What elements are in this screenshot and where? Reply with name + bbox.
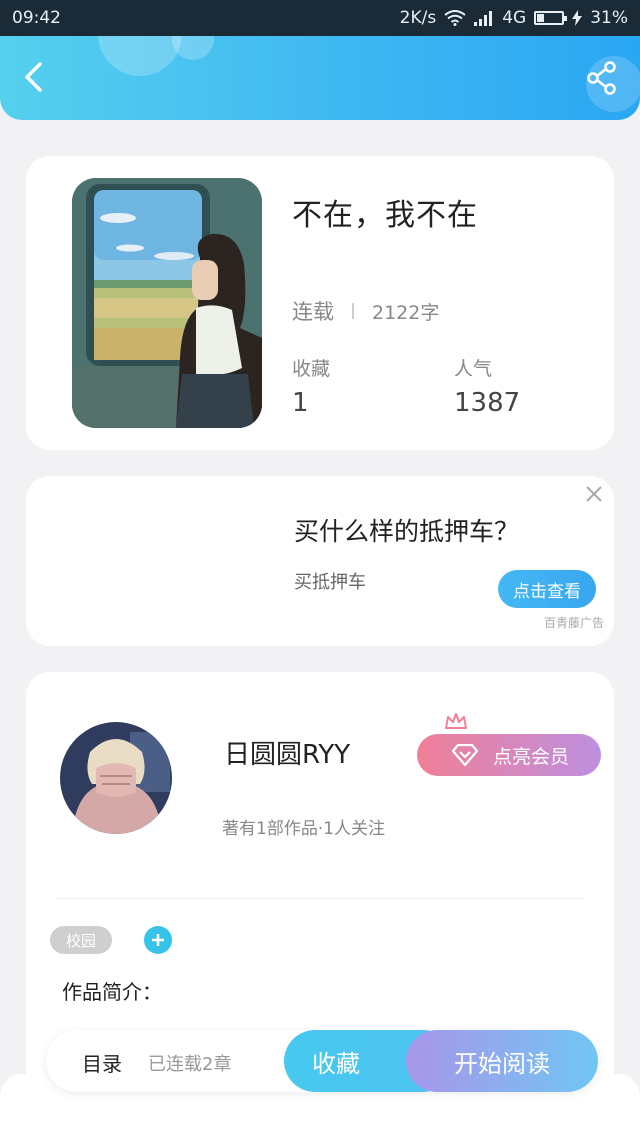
ad-view-button[interactable]: 点击查看: [498, 570, 596, 608]
charging-icon: [572, 10, 583, 26]
diamond-icon: [451, 744, 479, 766]
share-icon[interactable]: [584, 60, 620, 96]
wifi-icon: [444, 10, 466, 26]
toc-button[interactable]: 目录: [82, 1048, 122, 1077]
ad-title: 买什么样的抵押车？: [294, 517, 520, 546]
status-bar: 09:42 2K/s 4G 31%: [0, 0, 640, 36]
network-speed: 2K/s: [399, 8, 437, 28]
decor-bubble: [172, 36, 214, 60]
popularity-label: 人气: [454, 358, 493, 380]
divider: [56, 898, 584, 899]
chapter-count: 已连载2章: [148, 1054, 232, 1075]
ad-card[interactable]: 买什么样的抵押车？ 买抵押车 点击查看 百青藤广告: [26, 476, 614, 646]
popularity-count: 1387: [454, 388, 521, 418]
book-title: 不在，我不在: [292, 198, 478, 233]
close-icon[interactable]: [584, 484, 604, 504]
network-type: 4G: [502, 8, 527, 28]
genre-tag[interactable]: 校园: [50, 926, 112, 954]
avatar[interactable]: [60, 722, 172, 834]
intro-label: 作品简介：: [62, 980, 162, 1004]
battery-level: [537, 14, 545, 22]
vip-button[interactable]: 点亮会员: [417, 734, 601, 776]
book-status-row: 连载 2122字: [292, 296, 439, 326]
header: [0, 36, 640, 120]
ad-brand: 百青藤广告: [543, 616, 604, 630]
plus-icon: [152, 934, 164, 946]
crown-icon: [445, 713, 467, 729]
back-icon[interactable]: [18, 60, 52, 94]
start-reading-button[interactable]: 开始阅读: [406, 1030, 598, 1092]
status-indicators: 2K/s 4G 31%: [400, 8, 628, 28]
word-count: 2122字: [372, 301, 440, 324]
favorites-label: 收藏: [292, 358, 331, 380]
book-cover[interactable]: [72, 178, 262, 428]
bottom-action-bar: 目录 已连载2章 收藏 开始阅读: [46, 1030, 598, 1092]
decor-bubble: [98, 36, 182, 76]
add-tag-button[interactable]: [144, 926, 172, 954]
vip-label: 点亮会员: [493, 745, 570, 768]
cover-illustration: [72, 178, 262, 428]
battery-percent: 31%: [590, 8, 628, 28]
battery-icon: [534, 11, 568, 25]
author-meta: 著有1部作品·1人关注: [222, 819, 386, 839]
serial-status: 连载: [292, 300, 334, 324]
avatar-illustration: [60, 722, 172, 834]
favorites-count: 1: [292, 388, 309, 418]
book-info-card: 不在，我不在 连载 2122字 收藏 1 人气 1387: [26, 156, 614, 450]
author-name: 日圆圆RYY: [224, 740, 351, 770]
signal-icon: [474, 11, 493, 26]
status-time: 09:42: [12, 8, 61, 28]
ad-subtitle: 买抵押车: [294, 572, 366, 593]
separator: [352, 303, 354, 319]
